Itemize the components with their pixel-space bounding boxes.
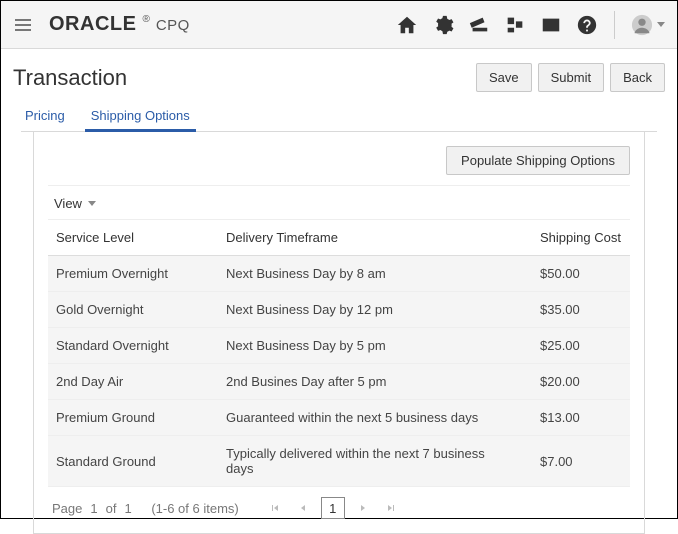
cell-service: Premium Overnight: [48, 256, 218, 292]
tab-shipping-options[interactable]: Shipping Options: [87, 102, 194, 131]
page-actions: Save Submit Back: [476, 63, 665, 92]
app-header: ORACLE ® CPQ: [1, 1, 677, 49]
pager-total: 1: [124, 501, 131, 516]
user-menu[interactable]: [631, 14, 665, 36]
cell-cost: $7.00: [520, 436, 630, 487]
cell-delivery: Next Business Day by 5 pm: [218, 328, 520, 364]
pager-prev-icon[interactable]: [293, 498, 313, 518]
page-title: Transaction: [13, 65, 127, 91]
cell-delivery: Typically delivered within the next 7 bu…: [218, 436, 520, 487]
caret-down-icon: [657, 22, 665, 27]
col-delivery: Delivery Timeframe: [218, 220, 520, 256]
tabs-wrap: Pricing Shipping Options Populate Shippi…: [1, 102, 677, 534]
panel-actions: Populate Shipping Options: [48, 142, 630, 186]
submit-button[interactable]: Submit: [538, 63, 604, 92]
cell-cost: $35.00: [520, 292, 630, 328]
modules-icon[interactable]: [504, 14, 526, 36]
cell-service: Premium Ground: [48, 400, 218, 436]
pager: Page 1 of 1 (1-6 of 6 items) 1: [48, 487, 630, 519]
table-row[interactable]: Standard GroundTypically delivered withi…: [48, 436, 630, 487]
gear-icon[interactable]: [432, 14, 454, 36]
cell-service: 2nd Day Air: [48, 364, 218, 400]
tab-pricing[interactable]: Pricing: [21, 102, 69, 131]
pager-last-icon[interactable]: [381, 498, 401, 518]
cell-service: Standard Ground: [48, 436, 218, 487]
cell-cost: $13.00: [520, 400, 630, 436]
pager-next-icon[interactable]: [353, 498, 373, 518]
table-row[interactable]: Standard OvernightNext Business Day by 5…: [48, 328, 630, 364]
col-service: Service Level: [48, 220, 218, 256]
caret-down-icon: [88, 201, 96, 206]
pager-range: (1-6 of 6 items): [151, 501, 238, 516]
cell-cost: $25.00: [520, 328, 630, 364]
table-row[interactable]: 2nd Day Air2nd Busines Day after 5 pm$20…: [48, 364, 630, 400]
header-icons: [396, 11, 665, 39]
shipping-table: Service Level Delivery Timeframe Shippin…: [48, 220, 630, 487]
cell-delivery: Next Business Day by 8 am: [218, 256, 520, 292]
view-label: View: [54, 196, 82, 211]
pager-first-icon[interactable]: [265, 498, 285, 518]
home-icon[interactable]: [396, 14, 418, 36]
col-cost: Shipping Cost: [520, 220, 630, 256]
tickets-icon[interactable]: [468, 14, 490, 36]
card-icon[interactable]: [540, 14, 562, 36]
brand-reg: ®: [142, 14, 149, 25]
back-button[interactable]: Back: [610, 63, 665, 92]
cell-service: Gold Overnight: [48, 292, 218, 328]
brand-main: ORACLE: [49, 13, 136, 36]
table-row[interactable]: Premium GroundGuaranteed within the next…: [48, 400, 630, 436]
shipping-panel: Populate Shipping Options View Service L…: [33, 132, 645, 534]
table-header-row: Service Level Delivery Timeframe Shippin…: [48, 220, 630, 256]
save-button[interactable]: Save: [476, 63, 532, 92]
tabs: Pricing Shipping Options: [21, 102, 657, 132]
view-menu[interactable]: View: [48, 186, 630, 220]
brand: ORACLE ® CPQ: [49, 13, 190, 36]
table-row[interactable]: Premium OvernightNext Business Day by 8 …: [48, 256, 630, 292]
pager-prefix: Page: [52, 501, 82, 516]
help-icon[interactable]: [576, 14, 598, 36]
populate-shipping-button[interactable]: Populate Shipping Options: [446, 146, 630, 175]
pager-page-box[interactable]: 1: [321, 497, 345, 519]
brand-sub: CPQ: [156, 17, 190, 34]
cell-delivery: Next Business Day by 12 pm: [218, 292, 520, 328]
table-row[interactable]: Gold OvernightNext Business Day by 12 pm…: [48, 292, 630, 328]
cell-service: Standard Overnight: [48, 328, 218, 364]
cell-cost: $20.00: [520, 364, 630, 400]
cell-delivery: Guaranteed within the next 5 business da…: [218, 400, 520, 436]
divider: [614, 11, 615, 39]
cell-delivery: 2nd Busines Day after 5 pm: [218, 364, 520, 400]
menu-icon[interactable]: [11, 15, 35, 35]
pager-of: of: [106, 501, 117, 516]
pager-current: 1: [90, 501, 97, 516]
cell-cost: $50.00: [520, 256, 630, 292]
page-head: Transaction Save Submit Back: [1, 49, 677, 102]
